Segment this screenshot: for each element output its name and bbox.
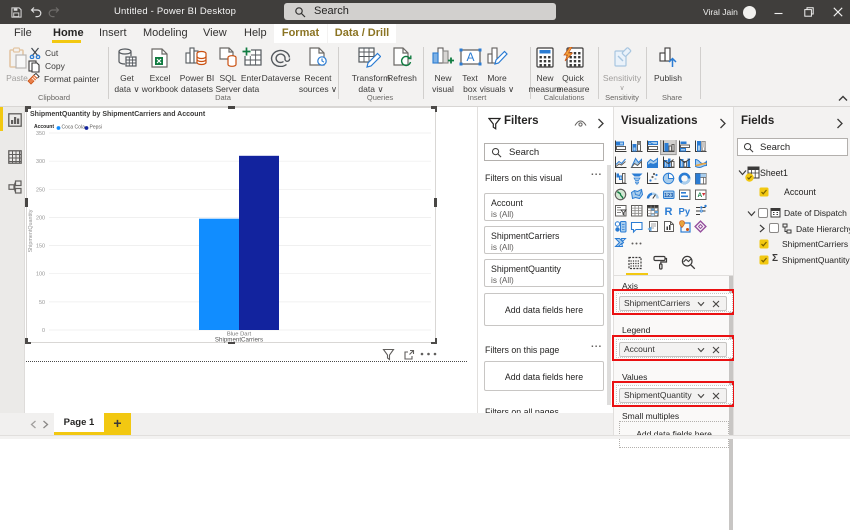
svg-text:A: A <box>466 50 474 64</box>
svg-text:Py: Py <box>679 207 691 218</box>
svg-text:200: 200 <box>36 215 45 221</box>
svg-text:300: 300 <box>36 159 45 165</box>
svg-text:Pepsi: Pepsi <box>90 125 103 131</box>
svg-text:350: 350 <box>36 131 45 137</box>
svg-text:Coca Cola: Coca Cola <box>62 125 86 131</box>
svg-text:123: 123 <box>664 193 673 199</box>
svg-text:0: 0 <box>42 328 45 334</box>
svg-text:ShipmentCarriers: ShipmentCarriers <box>215 337 263 344</box>
svg-text:Account: Account <box>34 124 54 130</box>
svg-text:250: 250 <box>36 187 45 193</box>
svg-text:ShipmentQuantity: ShipmentQuantity <box>28 209 34 252</box>
svg-text:A: A <box>698 192 703 199</box>
svg-text:R: R <box>665 206 673 218</box>
svg-text:100: 100 <box>36 272 45 278</box>
svg-text:150: 150 <box>36 244 45 250</box>
svg-text:50: 50 <box>39 300 45 306</box>
svg-text:ShipmentQuantity by ShipmentCa: ShipmentQuantity by ShipmentCarriers and… <box>30 111 206 118</box>
